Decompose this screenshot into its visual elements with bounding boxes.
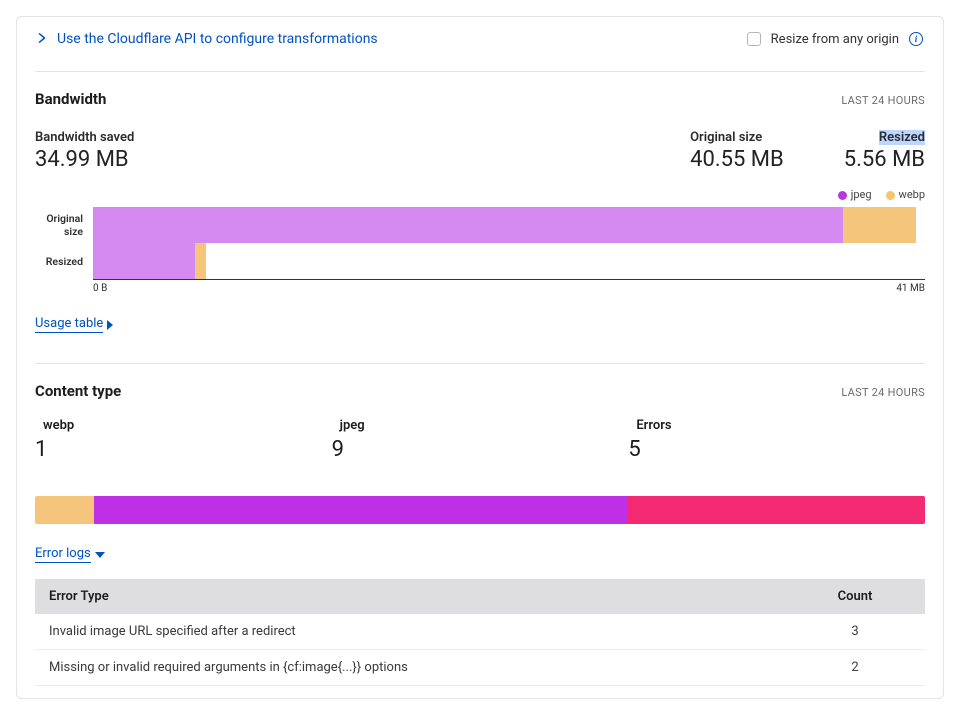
resized-label: Resized [879, 130, 925, 145]
ct-errors-value: 5 [628, 437, 925, 462]
error-logs-link[interactable]: Error logs [35, 546, 105, 563]
error-type-header: Error Type [35, 579, 785, 614]
bar-original-webp [843, 207, 915, 243]
content-type-bar-jpeg [94, 496, 628, 524]
bar-chart-axis [93, 279, 925, 280]
info-icon[interactable]: i [909, 32, 923, 46]
chevron-right-icon [37, 32, 47, 46]
usage-table-link[interactable]: Usage table [35, 316, 113, 333]
bar-resized-jpeg [93, 243, 195, 279]
webp-dot-icon [886, 191, 895, 200]
table-row: Invalid image URL specified after a redi… [35, 614, 925, 650]
configure-api-label: Use the Cloudflare API to configure tran… [57, 31, 378, 47]
ct-jpeg-value: 9 [332, 437, 629, 462]
error-count-header: Count [785, 579, 925, 614]
ct-errors-label: Errors [636, 418, 671, 433]
ct-webp-value: 1 [35, 437, 332, 462]
bar-original-jpeg [93, 207, 843, 243]
legend-webp: webp [886, 188, 925, 201]
resize-from-any-origin-checkbox[interactable] [747, 32, 761, 46]
jpeg-dot-icon [838, 191, 847, 200]
bandwidth-period: LAST 24 HOURS [841, 94, 925, 107]
ct-webp-label: webp [43, 418, 74, 433]
original-size-value: 40.55 MB [690, 147, 784, 172]
resize-from-any-origin-label: Resize from any origin [771, 32, 899, 47]
legend-jpeg: jpeg [838, 188, 872, 201]
content-type-bar-errors [628, 496, 925, 524]
content-type-title: Content type [35, 382, 121, 400]
ct-jpeg-label: jpeg [340, 418, 365, 433]
resized-value: 5.56 MB [844, 147, 925, 172]
bar-row-label-resized: Resized [31, 255, 89, 268]
axis-min: 0 B [93, 283, 107, 294]
bandwidth-saved-value: 34.99 MB [35, 147, 134, 172]
content-type-period: LAST 24 HOURS [841, 386, 925, 399]
table-row: Missing or invalid required arguments in… [35, 650, 925, 686]
content-type-bar [35, 496, 925, 524]
error-logs-table: Error Type Count Invalid image URL speci… [35, 579, 925, 686]
error-count-cell: 2 [785, 650, 925, 686]
bandwidth-bar-chart: Original size Resized [35, 207, 925, 279]
error-count-cell: 3 [785, 614, 925, 650]
triangle-down-icon [95, 552, 105, 558]
bandwidth-title: Bandwidth [35, 90, 106, 108]
bandwidth-saved-label: Bandwidth saved [35, 130, 134, 145]
error-type-cell: Invalid image URL specified after a redi… [35, 614, 785, 650]
error-type-cell: Missing or invalid required arguments in… [35, 650, 785, 686]
bar-row-label-original: Original size [31, 212, 89, 238]
configure-api-link[interactable]: Use the Cloudflare API to configure tran… [37, 31, 378, 47]
original-size-label: Original size [690, 130, 784, 145]
triangle-right-icon [107, 320, 113, 330]
axis-max: 41 MB [896, 283, 925, 294]
bar-resized-webp [195, 243, 207, 279]
content-type-bar-webp [35, 496, 94, 524]
